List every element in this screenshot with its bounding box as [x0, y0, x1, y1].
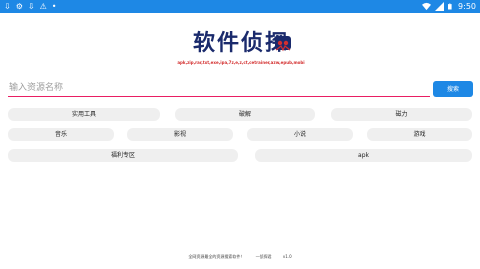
category-crack-button[interactable]: 破解	[175, 108, 315, 121]
footer-slogan: 全网资源最全的资源搜索软件！	[188, 254, 245, 259]
footer-version: v1.0	[282, 254, 292, 259]
detective-mask-icon	[275, 36, 291, 52]
download-icon: ⇩	[4, 2, 11, 11]
category-video-button[interactable]: 影视	[127, 128, 233, 141]
search-button[interactable]: 搜索	[433, 81, 473, 97]
download-icon: ⇩	[27, 2, 35, 11]
category-novel-button[interactable]: 小说	[247, 128, 353, 141]
category-tools-button[interactable]: 实用工具	[8, 108, 160, 121]
footer: 全网资源最全的资源搜索软件！ —侦探君 v1.0	[0, 254, 480, 260]
status-bar: ⇩ ⚙ ⇩ ⚠ • 9:50	[0, 0, 480, 13]
app-logo: 软件侦探 apk,zip,rar,txt,exe,ipa,7z,e,z,ct,c…	[170, 30, 312, 70]
dot-icon: •	[51, 2, 57, 11]
category-game-button[interactable]: 游戏	[367, 128, 472, 141]
settings-icon: ⚙	[15, 2, 23, 11]
signal-icon	[435, 2, 445, 11]
logo-subtitle: apk,zip,rar,txt,exe,ipa,7z,e,z,ct,cetrai…	[177, 60, 305, 65]
battery-icon	[448, 3, 452, 10]
logo-title: 软件侦探	[193, 30, 291, 58]
category-apk-button[interactable]: apk	[255, 149, 472, 162]
system-icons: 9:50	[422, 0, 476, 13]
category-welfare-button[interactable]: 福利专区	[8, 149, 238, 162]
clock: 9:50	[458, 2, 476, 11]
wifi-icon	[422, 2, 432, 11]
notification-icons: ⇩ ⚙ ⇩ ⚠ •	[4, 1, 56, 12]
footer-author: —侦探君	[255, 254, 272, 259]
warning-icon: ⚠	[39, 2, 47, 11]
category-music-button[interactable]: 音乐	[8, 128, 114, 141]
search-input[interactable]	[8, 80, 430, 97]
category-magnet-button[interactable]: 磁力	[331, 108, 472, 121]
